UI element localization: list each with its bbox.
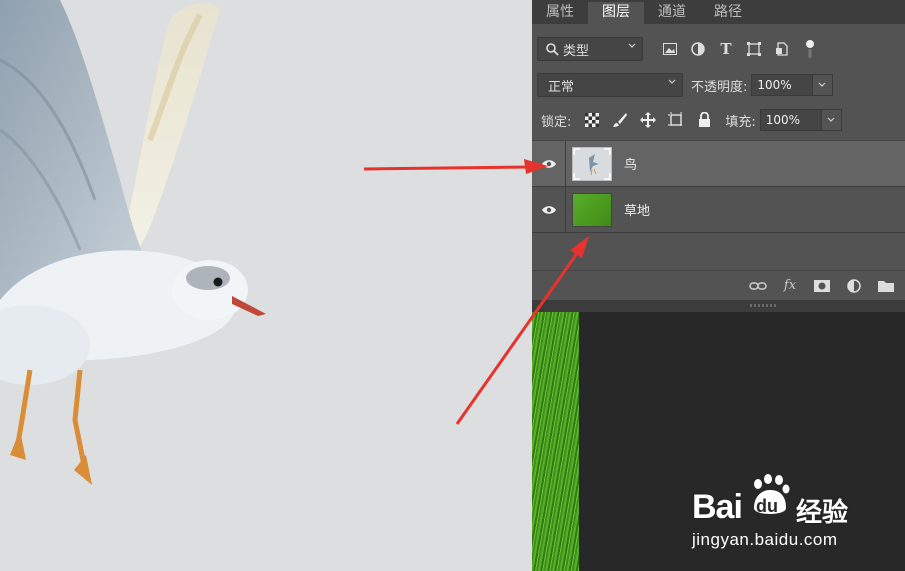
fill-dropdown[interactable]	[821, 109, 842, 131]
blend-mode-select[interactable]: 正常	[537, 73, 683, 97]
shape-filter-icon[interactable]	[745, 40, 763, 58]
layer-row-grass[interactable]: 草地	[532, 186, 905, 233]
tab-properties[interactable]: 属性	[532, 2, 588, 24]
document-canvas[interactable]	[0, 0, 532, 571]
layers-panel-footer: fx	[532, 270, 905, 300]
blend-mode-value: 正常	[548, 79, 575, 95]
chevron-down-icon	[827, 117, 835, 122]
link-layers-icon[interactable]	[749, 278, 767, 294]
lock-position-move-icon[interactable]	[639, 111, 657, 129]
layer-name-bird[interactable]: 鸟	[624, 154, 637, 173]
seagull-image	[0, 0, 266, 485]
filter-kind-label: 类型	[563, 43, 590, 59]
watermark-jingyan: 经验	[796, 498, 849, 528]
image-filter-icon[interactable]	[661, 40, 679, 58]
tab-channels[interactable]: 通道	[644, 2, 700, 24]
panel-tabs: 属性 图层 通道 路径	[532, 0, 905, 24]
chevron-down-icon	[628, 43, 636, 48]
lock-label: 锁定:	[541, 114, 572, 130]
fill-label: 填充:	[725, 114, 756, 130]
layer-name-grass[interactable]: 草地	[624, 200, 650, 219]
chevron-down-icon	[818, 82, 826, 87]
visibility-eye-icon[interactable]	[532, 186, 566, 233]
layers-list: 鸟 草地	[532, 140, 905, 271]
watermark-du: du	[756, 496, 778, 516]
adjustment-filter-icon[interactable]	[689, 40, 707, 58]
fill-input[interactable]: 100%	[759, 109, 822, 131]
adjustment-layer-icon[interactable]	[845, 278, 863, 294]
layer-row-bird[interactable]: 鸟	[532, 140, 905, 187]
grass-image-strip	[532, 312, 579, 571]
baidu-jingyan-watermark: Bai du 经验 jingyan.baidu.com	[692, 474, 862, 554]
opacity-input[interactable]: 100%	[751, 74, 814, 96]
add-mask-icon[interactable]	[813, 278, 831, 294]
lock-image-pixels-brush-icon[interactable]	[611, 111, 629, 129]
search-icon	[546, 42, 559, 56]
visibility-eye-icon[interactable]	[532, 140, 566, 187]
lock-transparent-pixels-icon[interactable]	[583, 111, 601, 129]
watermark-brand: Bai	[692, 488, 743, 526]
opacity-dropdown[interactable]	[813, 74, 834, 96]
type-filter-icon[interactable]: T	[717, 40, 735, 58]
panel-resize-bar[interactable]	[532, 300, 905, 312]
chevron-down-icon	[668, 79, 676, 84]
watermark-url: jingyan.baidu.com	[692, 530, 838, 549]
filter-kind-select[interactable]: 类型	[537, 37, 643, 61]
group-folder-icon[interactable]	[877, 278, 895, 294]
lock-all-icon[interactable]	[695, 111, 713, 129]
fx-icon[interactable]: fx	[781, 278, 799, 294]
tab-layers[interactable]: 图层	[588, 2, 644, 24]
opacity-label: 不透明度:	[691, 79, 748, 95]
layer-thumbnail-grass	[572, 192, 612, 227]
layers-panel: 属性 图层 通道 路径 类型 T 正常 不透明度: 100% 锁定: 填充: 1…	[532, 0, 905, 306]
smart-object-filter-icon[interactable]	[773, 40, 791, 58]
filter-toggle-icon[interactable]	[801, 40, 819, 58]
layer-thumbnail-bird	[572, 146, 612, 181]
lock-artboard-icon[interactable]	[667, 111, 685, 129]
tab-paths[interactable]: 路径	[700, 2, 756, 24]
